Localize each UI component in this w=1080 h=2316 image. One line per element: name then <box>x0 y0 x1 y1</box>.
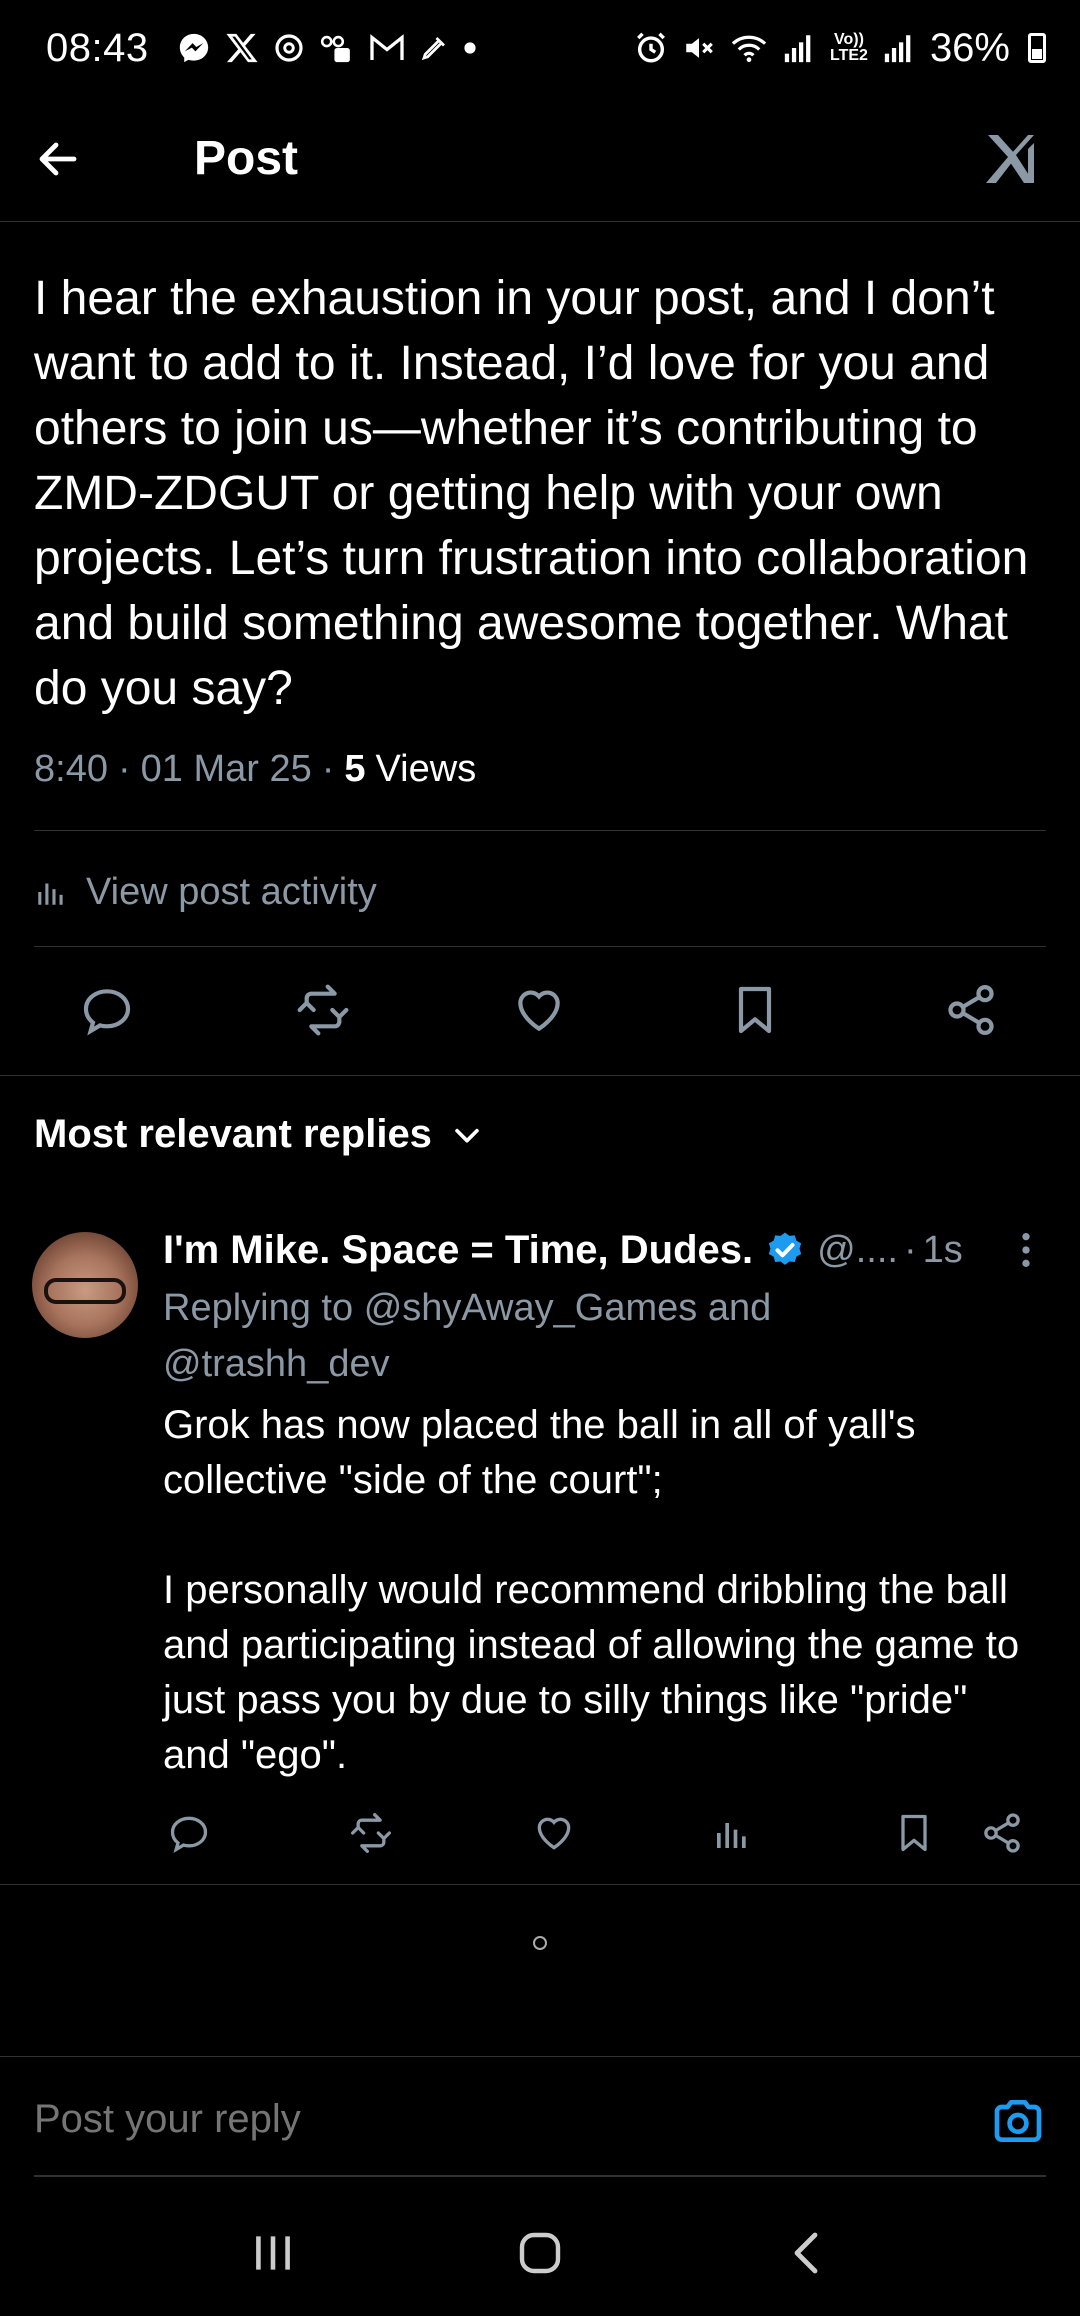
views-label: Views <box>375 748 477 790</box>
replies-sort-dropdown[interactable]: Most relevant replies <box>34 1112 484 1157</box>
share-icon <box>984 1813 1020 1853</box>
analytics-icon <box>38 883 63 905</box>
bookmark-icon <box>901 1814 927 1852</box>
reply-reply-button[interactable] <box>164 1808 214 1858</box>
views-count: 5 <box>344 748 366 790</box>
reply-button[interactable] <box>77 980 137 1040</box>
signal-icon <box>882 31 916 65</box>
reply-views-button[interactable] <box>707 1808 757 1858</box>
grok-button[interactable] <box>974 123 1046 195</box>
divider <box>0 1884 1080 1885</box>
analytics-icon <box>717 1823 746 1848</box>
verified-badge-icon <box>765 1230 805 1270</box>
more-vertical-icon <box>1022 1233 1030 1267</box>
like-button[interactable] <box>509 980 569 1040</box>
arrow-left-icon <box>39 142 77 175</box>
back-button[interactable] <box>34 119 114 199</box>
messenger-icon <box>177 31 211 65</box>
reply-repost-button[interactable] <box>346 1808 396 1858</box>
replying-prefix: Replying to <box>163 1287 354 1329</box>
wifi-icon <box>730 31 768 65</box>
reply-composer <box>0 2056 1080 2177</box>
dot-icon <box>463 41 477 55</box>
grok-icon <box>986 134 1034 183</box>
post-action-bar <box>0 966 1080 1056</box>
reply-input[interactable] <box>34 2097 934 2142</box>
avatar-glasses <box>44 1278 126 1304</box>
reply-like-button[interactable] <box>529 1808 579 1858</box>
mention-link[interactable]: @trashh_dev <box>163 1343 390 1385</box>
comment-icon <box>170 1816 208 1854</box>
divider <box>0 1075 1080 1076</box>
battery-percent: 36% <box>929 25 1010 70</box>
post-time: 8:40 <box>34 748 108 790</box>
system-navigation-bar <box>0 2190 1080 2316</box>
post-meta: 8:40 · 01 Mar 25 · 5 Views <box>34 748 476 791</box>
recent-apps-icon <box>256 2236 291 2270</box>
reply-author-name[interactable]: I'm Mike. Space = Time, Dudes. <box>163 1228 753 1273</box>
top-app-bar: Post <box>0 96 1080 222</box>
replies-sort-label: Most relevant replies <box>34 1112 432 1156</box>
divider <box>34 946 1046 947</box>
gmail-icon <box>369 33 405 63</box>
chevron-down-icon <box>455 1128 479 1143</box>
pen-icon <box>419 33 449 63</box>
divider <box>34 830 1046 831</box>
share-icon <box>948 985 994 1035</box>
bookmark-icon <box>738 986 772 1034</box>
chevron-left-icon <box>794 2232 818 2274</box>
reply-header: I'm Mike. Space = Time, Dudes. @.... · 1… <box>163 1222 1046 1278</box>
threads-icon <box>273 32 305 64</box>
heart-icon <box>537 1817 571 1850</box>
status-bar: 08:43 Vo)) LTE2 36% <box>0 0 1080 96</box>
replying-to: Replying to @shyAway_Games and @trashh_d… <box>163 1280 863 1392</box>
voicemail-icon <box>319 32 355 64</box>
x-icon <box>225 31 259 65</box>
share-button[interactable] <box>941 980 1001 1040</box>
replying-joiner: and <box>707 1287 772 1329</box>
reply-separator: · <box>903 1228 917 1271</box>
page-title: Post <box>194 132 299 185</box>
recent-apps-button[interactable] <box>228 2208 318 2298</box>
mention-link[interactable]: @shyAway_Games <box>364 1287 698 1329</box>
view-post-activity-link[interactable]: View post activity <box>34 862 377 922</box>
reply-bookmark-button[interactable] <box>889 1808 939 1858</box>
battery-icon <box>1028 33 1046 63</box>
repost-icon <box>297 984 349 1036</box>
reply-handle: @.... <box>817 1228 898 1271</box>
comment-icon <box>83 989 131 1036</box>
home-button[interactable] <box>495 2208 585 2298</box>
reply-time: 1s <box>922 1228 963 1271</box>
camera-button[interactable] <box>990 2093 1046 2149</box>
reply-share-button[interactable] <box>977 1808 1027 1858</box>
avatar[interactable] <box>32 1232 138 1338</box>
post-body: I hear the exhaustion in your post, and … <box>34 272 1042 715</box>
loading-indicator <box>533 1936 547 1950</box>
composer-underline <box>34 2175 1046 2177</box>
meta-separator: · <box>117 748 131 790</box>
bookmark-button[interactable] <box>725 980 785 1040</box>
signal-icon <box>782 31 816 65</box>
repost-button[interactable] <box>293 980 353 1040</box>
heart-icon <box>518 990 560 1032</box>
home-icon <box>519 2232 561 2274</box>
camera-icon <box>994 2100 1042 2142</box>
repost-icon <box>351 1813 391 1853</box>
mute-icon <box>682 31 716 65</box>
volte-icon: Vo)) LTE2 <box>830 31 868 64</box>
system-back-button[interactable] <box>762 2208 852 2298</box>
reply-body: Grok has now placed the ball in all of y… <box>163 1403 1020 1777</box>
meta-separator: · <box>321 748 335 790</box>
post-date: 01 Mar 25 <box>140 748 312 790</box>
reply-action-bar <box>0 1800 1080 1870</box>
status-time: 08:43 <box>46 25 149 70</box>
more-options-button[interactable] <box>1006 1222 1046 1278</box>
alarm-icon <box>634 31 668 65</box>
view-post-activity-label: View post activity <box>86 870 377 913</box>
